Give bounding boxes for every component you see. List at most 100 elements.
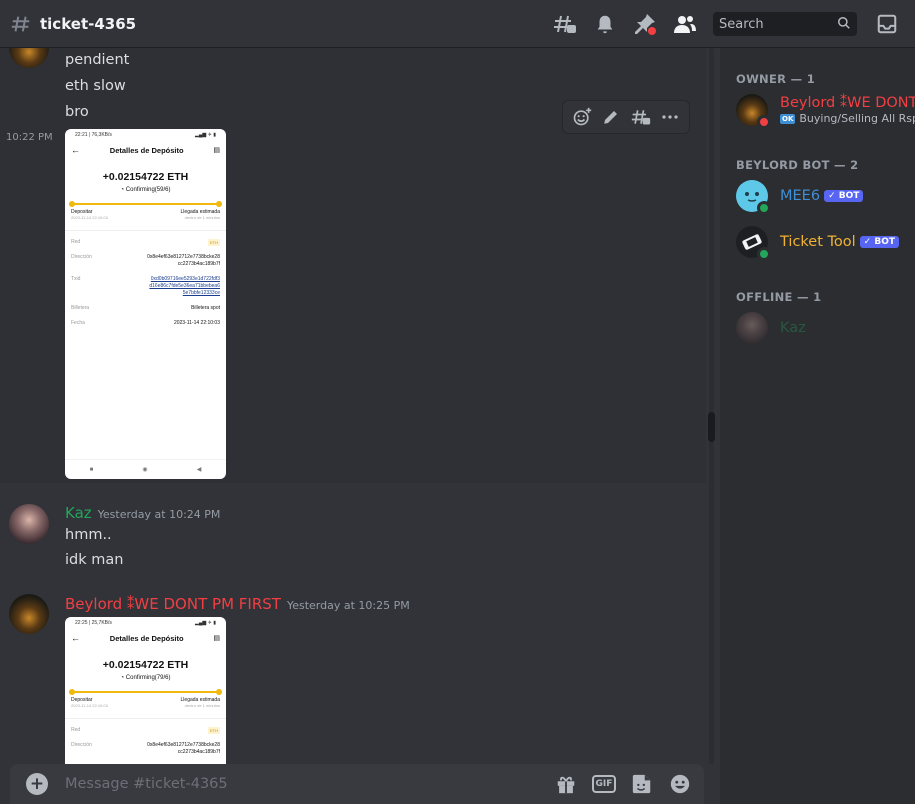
kv-value: 0x8e4ef63e812712e7738bcke28 cc2273b4ac18… (147, 254, 220, 267)
online-status-icon (757, 247, 771, 261)
confirming-status: Confirming(59/6) (125, 187, 171, 193)
phone-nav-bar: ■ ◉ ◀ (65, 459, 226, 479)
sticker-icon[interactable] (630, 772, 654, 796)
kv-key: Red (71, 727, 81, 733)
bot-badge: ✓ BOT (824, 190, 864, 202)
member-name: Kaz (780, 320, 806, 336)
kv-key: Billetera (71, 305, 90, 311)
message-timestamp: Yesterday at 10:24 PM (97, 508, 221, 521)
message-line: pendient (65, 52, 130, 68)
upload-plus-button[interactable]: + (26, 773, 48, 795)
deposit-amount: +0.02154722 ETH (102, 171, 189, 183)
scrollbar-track[interactable] (709, 48, 714, 764)
kv-value: ETH (208, 727, 220, 734)
member-list: OWNER — 1 Beylord ⁑WE DONT OK Buying/Sell… (720, 48, 915, 804)
avatar (736, 312, 768, 344)
kv-key: Dirección (71, 254, 92, 260)
member-section-header: BEYLORD BOT — 2 (736, 158, 859, 172)
member-name: Ticket Tool (780, 234, 856, 250)
message-author[interactable]: Beylord ⁑WE DONT PM FIRST (65, 595, 281, 613)
notification-bell-icon[interactable] (593, 12, 617, 36)
channel-header: ticket-4365 Search (0, 0, 915, 48)
member-item-kaz[interactable]: Kaz (736, 308, 806, 348)
kv-key: Txid (71, 276, 81, 282)
kv-value: 2023-11-14 22:10:03 (173, 320, 220, 326)
document-icon: ▤ (213, 147, 220, 154)
member-section-header: OFFLINE — 1 (736, 290, 822, 304)
message-side-timestamp: 10:22 PM (6, 132, 53, 143)
member-item-mee6[interactable]: MEE6 ✓ BOT (736, 176, 864, 216)
ok-emoji-icon: OK (780, 113, 796, 124)
back-arrow-icon: ← (71, 633, 80, 643)
message-list[interactable]: pendient eth slow bro 10:22 PM 22:21 | 7… (0, 48, 717, 764)
deposit-screenshot-image[interactable]: 22:21 | 76,3KB/s ▂▄▆ ✈ ▮ ← Detalles de De… (65, 129, 226, 479)
confirming-status: Confirming(79/6) (125, 675, 171, 681)
member-name: Beylord ⁑WE DONT (780, 95, 915, 111)
message-composer[interactable]: + Message #ticket-4365 GIF (10, 764, 704, 804)
avatar (736, 226, 771, 261)
phone-status-time: 22:21 | 76,3KB/s (75, 132, 112, 138)
search-input[interactable]: Search (713, 12, 857, 36)
deposit-amount: +0.02154722 ETH (102, 659, 189, 671)
pinned-messages-icon[interactable] (633, 12, 657, 36)
dnd-status-icon (757, 115, 771, 129)
channel-title: ticket-4365 (40, 14, 137, 33)
message-input[interactable]: Message #ticket-4365 (65, 776, 228, 792)
message-timestamp: Yesterday at 10:25 PM (286, 599, 410, 612)
phone-status-icons: ▂▄▆ ✈ ▮ (195, 620, 216, 626)
avatar-beylord[interactable] (9, 594, 49, 634)
kv-value: 0xd0b09716ee5293e1d722fdf3 d16e86c7fde5e… (149, 276, 220, 296)
bot-badge: ✓ BOT (859, 236, 899, 248)
kv-key: Red (71, 239, 81, 245)
threads-channel-icon (10, 13, 32, 35)
member-section-header: OWNER — 1 (736, 72, 816, 86)
create-thread-icon[interactable] (629, 105, 653, 129)
avatar (736, 180, 771, 215)
member-name: MEE6 (780, 188, 821, 204)
gif-label: GIF (592, 775, 616, 793)
back-arrow-icon: ← (71, 145, 80, 155)
kv-value: 0x8e4ef63e812712e7738bcke28 cc2273b4ac18… (147, 742, 220, 755)
deposit-date: 2023-11-14 22:10:03 (71, 215, 108, 220)
avatar-kaz[interactable] (9, 504, 49, 544)
divider (65, 718, 226, 719)
progress-bar (69, 689, 222, 695)
edit-pencil-icon[interactable] (599, 105, 623, 129)
scrollbar-thumb[interactable] (708, 412, 715, 442)
avatar (736, 94, 771, 129)
member-list-icon[interactable] (673, 12, 697, 36)
phone-status-icons: ▂▄▆ ✈ ▮ (195, 132, 216, 138)
add-reaction-icon[interactable] (570, 105, 594, 129)
threads-icon[interactable] (553, 12, 577, 36)
online-status-icon (757, 201, 771, 215)
kv-key: Fecha (71, 320, 85, 326)
member-custom-status: Buying/Selling All Rsps (799, 112, 915, 125)
message-author[interactable]: Kaz (65, 504, 92, 522)
more-options-icon[interactable] (658, 105, 682, 129)
message-line: idk man (65, 552, 124, 568)
inbox-icon[interactable] (875, 12, 899, 36)
message-actions-toolbar (562, 100, 690, 134)
divider (65, 230, 226, 231)
kv-key: Dirección (71, 742, 92, 748)
member-item-ticket-tool[interactable]: Ticket Tool ✓ BOT (736, 222, 899, 262)
arrival-sub: dentro de 1 minutos (184, 215, 220, 220)
member-item-beylord[interactable]: Beylord ⁑WE DONT OK Buying/Selling All Rs… (736, 90, 915, 130)
emoji-icon[interactable] (668, 772, 692, 796)
message-line: hmm.. (65, 527, 112, 543)
deposit-date: 2023-11-14 22:10:03 (71, 703, 108, 708)
phone-status-time: 22:25 | 25,7KB/s (75, 620, 112, 626)
gift-icon[interactable] (554, 772, 578, 796)
screenshot-title: Detalles de Depósito (109, 633, 184, 643)
search-icon (837, 15, 851, 34)
search-placeholder: Search (719, 16, 764, 32)
arrival-sub: dentro de 1 minutos (184, 703, 220, 708)
message-line: bro (65, 104, 89, 120)
progress-bar (69, 201, 222, 207)
document-icon: ▤ (213, 635, 220, 642)
message-line: eth slow (65, 78, 126, 94)
kv-value: ETH (208, 239, 220, 246)
kv-value: Billetera spot (191, 305, 220, 311)
gif-button[interactable]: GIF (592, 772, 616, 796)
deposit-screenshot-image[interactable]: 22:25 | 25,7KB/s ▂▄▆ ✈ ▮ ← Detalles de De… (65, 617, 226, 764)
